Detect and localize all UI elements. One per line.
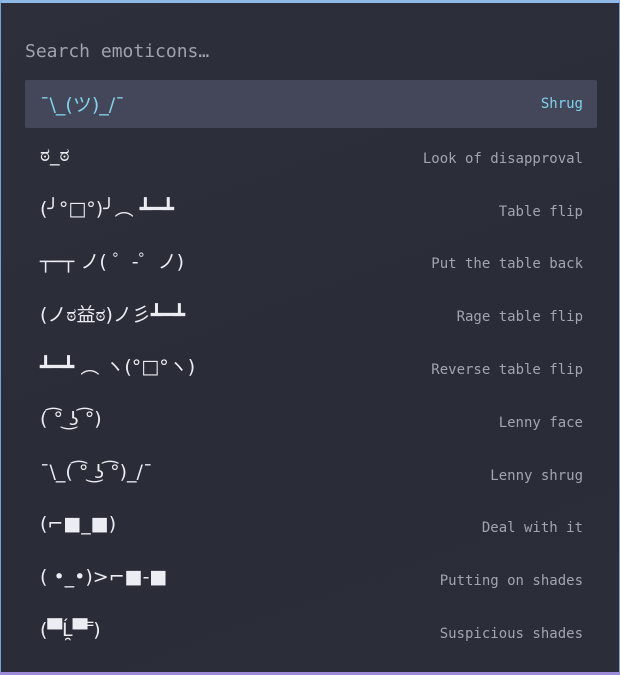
list-item[interactable]: ┻━┻ ︵ ヽ(°□°ヽ) Reverse table flip — [25, 344, 597, 392]
list-item[interactable]: (ノಠ益ಠ)ノ彡┻━┻ Rage table flip — [25, 291, 597, 339]
emoticon-text: ¯\_(ツ)_/¯ — [40, 93, 125, 116]
list-item[interactable]: (╯°□°)╯︵ ┻━┻ Table flip — [25, 186, 597, 234]
emoticon-text: (╯°□°)╯︵ ┻━┻ — [40, 198, 175, 221]
list-item[interactable]: ┬─┬ ノ( ゜-゜ノ) Put the table back — [25, 238, 597, 286]
emoticon-label: Lenny shrug — [490, 467, 583, 484]
emoticon-text: ( ͡° ͜ʖ ͡°) — [40, 407, 102, 430]
emoticon-label: Rage table flip — [456, 309, 583, 326]
list-item[interactable]: ಠ_ಠ Look of disapproval — [25, 133, 597, 181]
emoticon-label: Lenny face — [498, 414, 583, 431]
list-item[interactable]: (▀̿Ĺ̯▀̿ ̿) Suspicious shades — [25, 608, 597, 656]
emoticon-text: (⌐■_■) — [40, 513, 117, 536]
emoticon-label: Shrug — [540, 96, 583, 112]
emoticon-text: (ノಠ益ಠ)ノ彡┻━┻ — [40, 303, 186, 326]
list-item[interactable]: (⌐■_■) Deal with it — [25, 502, 597, 550]
emoticon-text: (▀̿Ĺ̯▀̿ ̿) — [40, 618, 101, 641]
emoticon-label: Deal with it — [481, 520, 583, 537]
emoticon-text: ┬─┬ ノ( ゜-゜ノ) — [40, 250, 185, 273]
emoticon-label: Suspicious shades — [439, 625, 583, 642]
list-item[interactable]: ( ͡° ͜ʖ ͡°) Lenny face — [25, 397, 597, 445]
emoticon-label: Reverse table flip — [431, 361, 583, 378]
emoticon-label: Look of disapproval — [422, 150, 583, 167]
emoticon-text: ┻━┻ ︵ ヽ(°□°ヽ) — [40, 356, 196, 379]
emoticon-list: ¯\_(ツ)_/¯ Shrug ಠ_ಠ Look of disapproval … — [25, 80, 597, 661]
emoticon-label: Table flip — [498, 203, 583, 220]
emoticon-picker-window: ¯\_(ツ)_/¯ Shrug ಠ_ಠ Look of disapproval … — [0, 0, 620, 675]
list-item[interactable]: ¯\_( ͡° ͜ʖ ͡°)_/¯ Lenny shrug — [25, 450, 597, 498]
emoticon-text: ( •_•)>⌐■-■ — [40, 566, 168, 589]
emoticon-label: Putting on shades — [439, 573, 583, 590]
search-input[interactable] — [25, 37, 585, 65]
emoticon-label: Put the table back — [431, 256, 583, 273]
emoticon-text: ¯\_( ͡° ͜ʖ ͡°)_/¯ — [40, 460, 153, 483]
list-item[interactable]: ( •_•)>⌐■-■ Putting on shades — [25, 555, 597, 603]
list-item[interactable]: ¯\_(ツ)_/¯ Shrug — [25, 80, 597, 128]
emoticon-text: ಠ_ಠ — [40, 143, 70, 166]
